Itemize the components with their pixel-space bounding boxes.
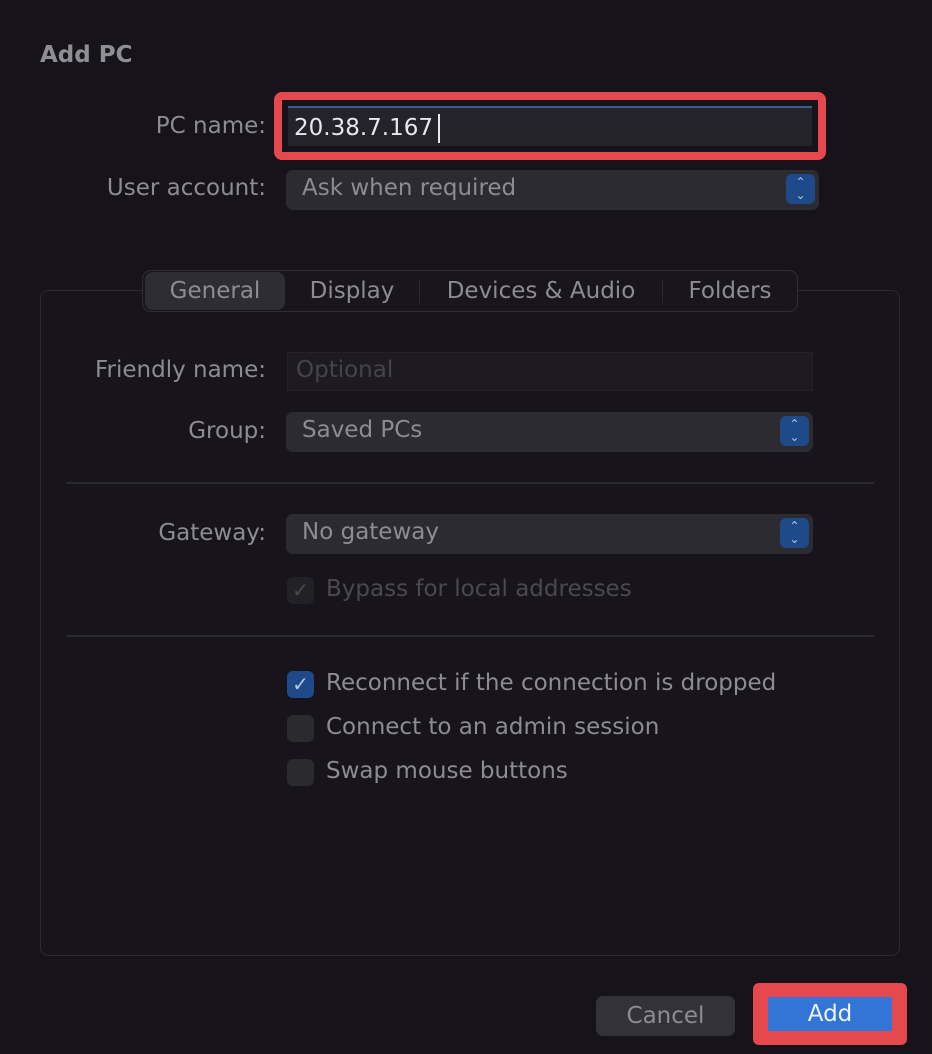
group-select[interactable]: Saved PCs ⌃ ⌄ — [286, 412, 813, 452]
reconnect-label: Reconnect if the connection is dropped — [326, 670, 777, 696]
tab-folders[interactable]: Folders — [663, 272, 797, 310]
chevron-up-down-icon: ⌃ ⌄ — [786, 174, 815, 204]
admin-session-checkbox[interactable] — [287, 715, 314, 742]
gateway-label: Gateway: — [158, 520, 266, 546]
friendly-name-label: Friendly name: — [94, 357, 266, 383]
friendly-name-placeholder: Optional — [296, 357, 394, 383]
gateway-value: No gateway — [302, 519, 439, 545]
divider — [66, 635, 874, 637]
pc-name-value: 20.38.7.167 — [294, 115, 433, 141]
pc-name-highlight: 20.38.7.167 — [274, 92, 826, 160]
chevron-up-down-icon: ⌃ ⌄ — [780, 518, 809, 548]
add-button[interactable]: Add — [768, 997, 892, 1031]
gateway-select[interactable]: No gateway ⌃ ⌄ — [286, 514, 813, 554]
admin-session-label: Connect to an admin session — [326, 714, 660, 740]
tab-display[interactable]: Display — [285, 272, 419, 310]
cancel-button[interactable]: Cancel — [596, 996, 735, 1036]
friendly-name-input[interactable]: Optional — [287, 352, 813, 391]
tab-devices-audio[interactable]: Devices & Audio — [420, 272, 662, 310]
pc-name-label: PC name: — [155, 113, 266, 139]
divider — [66, 482, 874, 484]
tab-bar: General Display Devices & Audio Folders — [142, 270, 798, 312]
group-value: Saved PCs — [302, 417, 423, 443]
add-button-highlight: Add — [753, 983, 907, 1045]
swap-mouse-label: Swap mouse buttons — [326, 758, 568, 784]
swap-mouse-checkbox[interactable] — [287, 759, 314, 786]
reconnect-checkbox[interactable]: ✓ — [287, 671, 314, 698]
user-account-label: User account: — [106, 175, 266, 201]
dialog-title: Add PC — [40, 42, 133, 68]
text-caret — [438, 114, 440, 143]
user-account-value: Ask when required — [302, 175, 517, 201]
chevron-up-down-icon: ⌃ ⌄ — [780, 416, 809, 446]
bypass-checkbox[interactable]: ✓ — [287, 577, 314, 604]
user-account-select[interactable]: Ask when required ⌃ ⌄ — [286, 170, 819, 210]
pc-name-input[interactable]: 20.38.7.167 — [288, 106, 812, 146]
tab-general[interactable]: General — [145, 272, 285, 310]
bypass-label: Bypass for local addresses — [326, 576, 632, 602]
group-label: Group: — [188, 418, 266, 444]
